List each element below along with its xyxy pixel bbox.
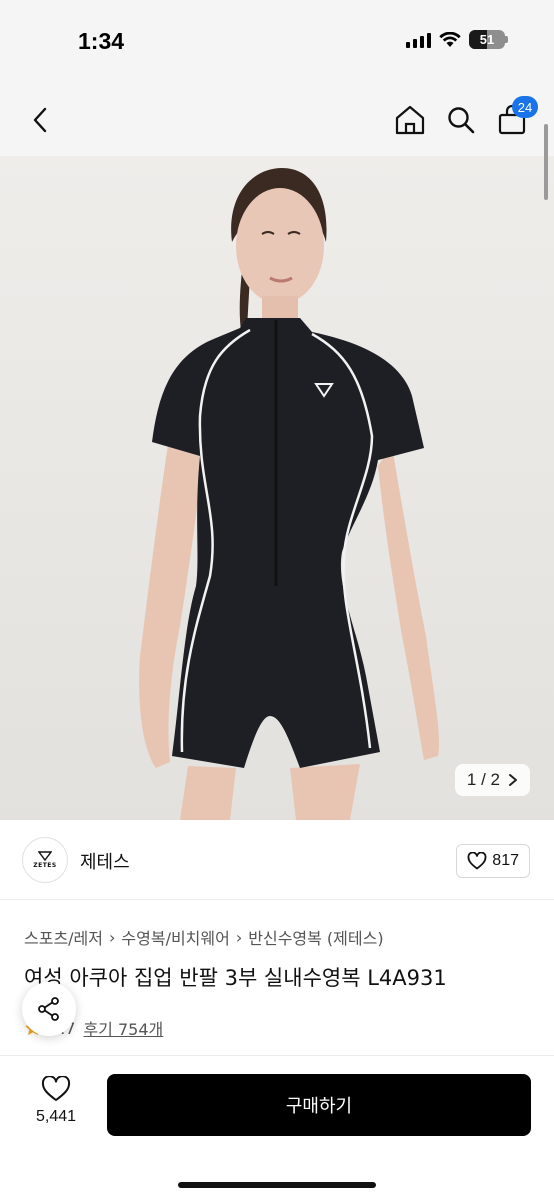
back-icon xyxy=(33,107,47,133)
product-title: 여성 아쿠아 집업 반팔 3부 실내수영복 L4A931 xyxy=(24,966,447,990)
share-button[interactable] xyxy=(22,982,76,1036)
search-button[interactable] xyxy=(441,98,481,142)
status-time: 1:34 xyxy=(78,28,125,54)
heart-icon xyxy=(467,852,487,870)
battery-icon: 51 xyxy=(469,30,505,49)
chevron-right-icon: › xyxy=(109,927,116,947)
breadcrumb-item[interactable]: 수영복/비치웨어 xyxy=(121,925,229,949)
product-photo xyxy=(0,156,554,820)
seller-like-count: 817 xyxy=(492,852,519,869)
breadcrumb: 스포츠/레저 › 수영복/비치웨어 › 반신수영복 (제테스) xyxy=(24,925,384,949)
scrollbar[interactable] xyxy=(544,124,548,200)
heart-icon xyxy=(41,1076,71,1101)
review-link[interactable]: 후기 754개 xyxy=(83,1016,163,1040)
battery-level: 51 xyxy=(479,32,495,47)
seller-logo[interactable]: ZETES xyxy=(22,837,68,883)
buy-button[interactable]: 구매하기 xyxy=(107,1074,531,1136)
back-button[interactable] xyxy=(22,98,58,142)
cart-button[interactable]: 24 xyxy=(492,96,538,142)
search-icon xyxy=(448,107,475,134)
signal-icon xyxy=(406,32,431,48)
wishlist-button[interactable]: 5,441 xyxy=(22,1076,90,1126)
seller-like-button[interactable]: 817 xyxy=(456,844,530,878)
home-indicator[interactable] xyxy=(178,1182,376,1188)
breadcrumb-item[interactable]: 스포츠/레저 xyxy=(24,925,103,949)
cart-badge: 24 xyxy=(512,96,538,118)
seller-logo-text: ZETES xyxy=(33,862,57,869)
home-icon xyxy=(395,105,425,135)
status-icons: 51 xyxy=(406,30,508,49)
chevron-right-icon: › xyxy=(235,927,243,947)
image-page-indicator[interactable]: 1 / 2 xyxy=(454,764,530,796)
product-image[interactable]: 1 / 2 xyxy=(0,156,554,820)
wishlist-count: 5,441 xyxy=(35,1108,77,1125)
seller-row[interactable]: ZETES 제테스 817 xyxy=(0,820,554,900)
home-button[interactable] xyxy=(390,98,430,142)
seller-logo-mark xyxy=(38,851,52,861)
wifi-icon xyxy=(439,31,461,47)
page-indicator-text: 1 / 2 xyxy=(466,770,500,789)
chevron-right-icon xyxy=(509,774,517,786)
top-nav-bar: 24 xyxy=(0,84,554,156)
status-bar: 1:34 51 xyxy=(0,0,554,84)
breadcrumb-item[interactable]: 반신수영복 (제테스) xyxy=(248,925,383,949)
seller-name[interactable]: 제테스 xyxy=(80,848,130,874)
bottom-action-bar: 5,441 구매하기 xyxy=(0,1055,554,1200)
share-icon xyxy=(38,997,59,1021)
